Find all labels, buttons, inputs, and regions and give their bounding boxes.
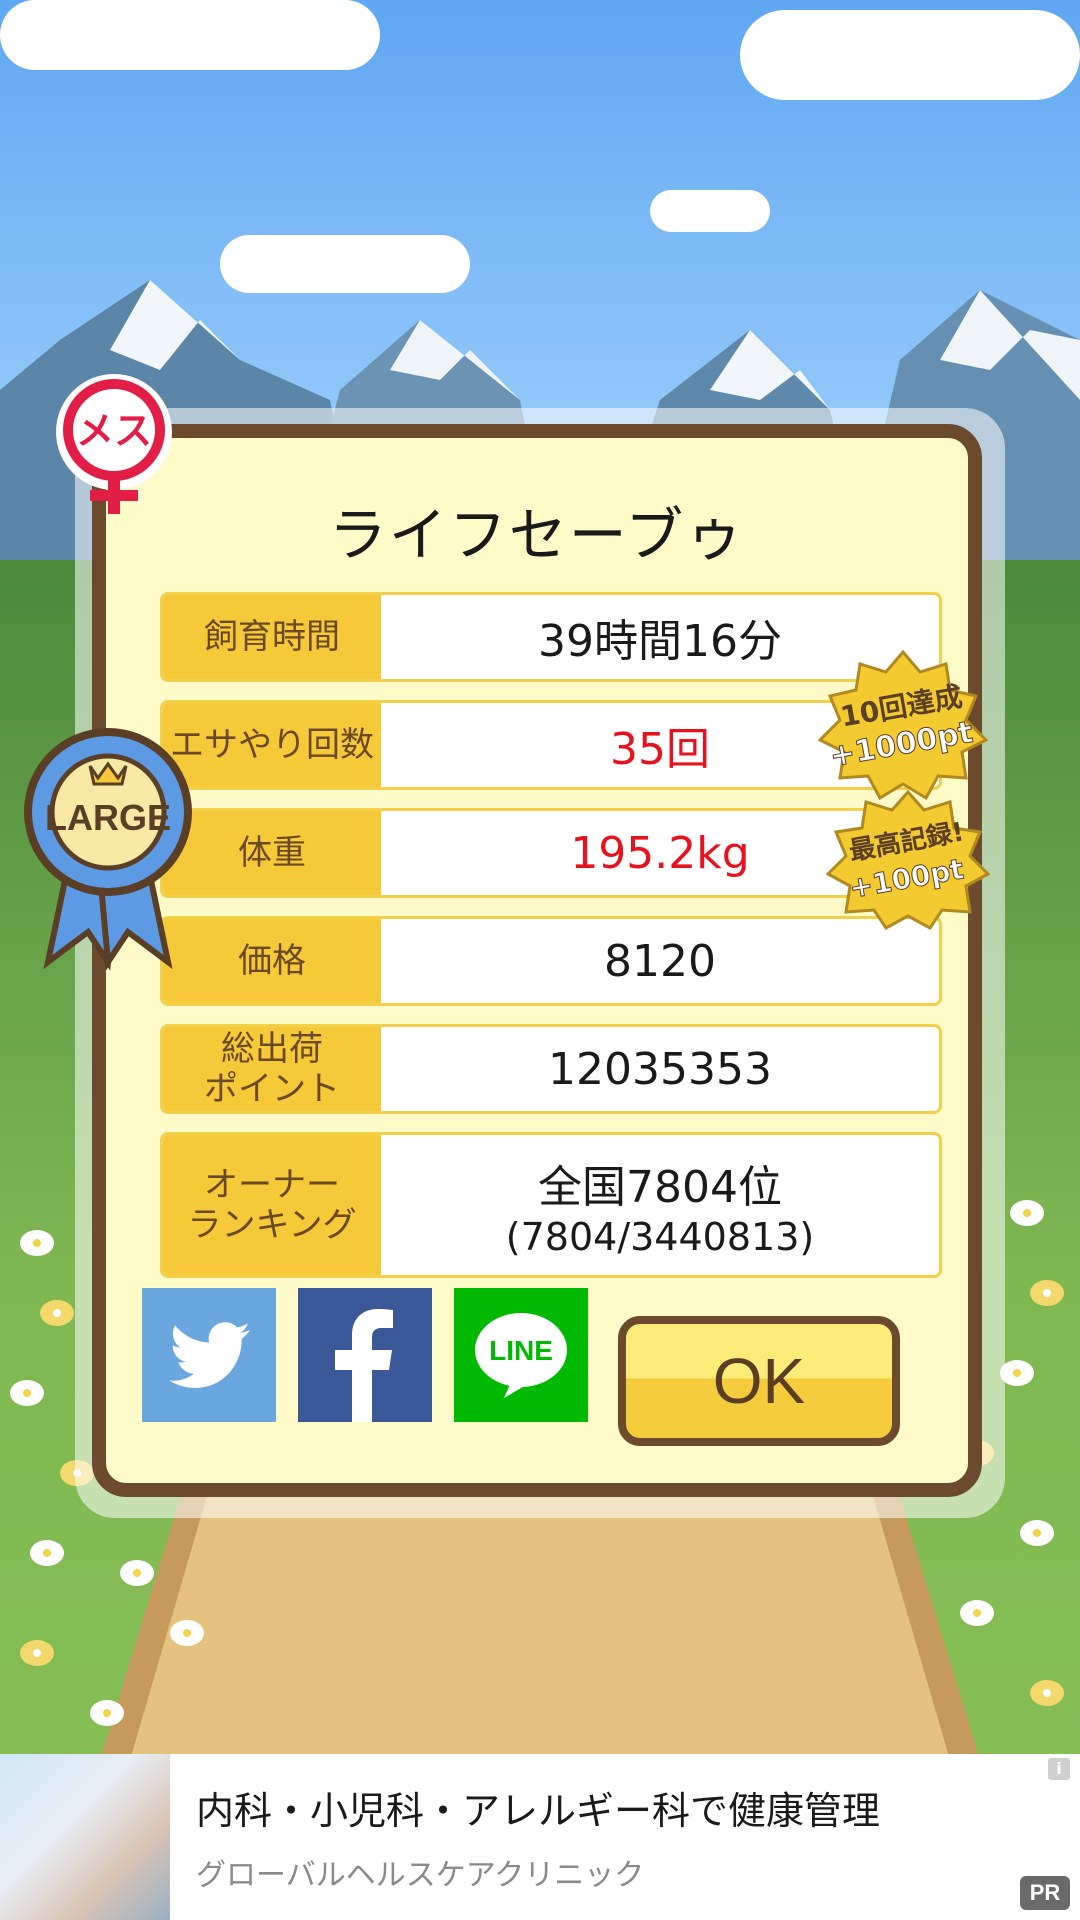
flower bbox=[30, 1540, 64, 1566]
stat-row-weight: 体重 195.2kg bbox=[160, 808, 942, 898]
twitter-share-button[interactable] bbox=[142, 1288, 276, 1422]
stat-value: 全国7804位 (7804/3440813) bbox=[381, 1135, 939, 1275]
record-burst-icon: 最高記録! +100pt bbox=[826, 790, 990, 930]
stat-label: 総出荷 ポイント bbox=[163, 1027, 381, 1111]
gender-label: メス bbox=[76, 409, 152, 453]
size-label: LARGE bbox=[45, 797, 171, 838]
ranking-national: 全国7804位 bbox=[538, 1162, 782, 1213]
stat-row-total-points: 総出荷 ポイント 12035353 bbox=[160, 1024, 942, 1114]
ad-pr-badge: PR bbox=[1020, 1876, 1070, 1910]
ad-subtitle[interactable]: グローバルヘルスケアクリニック bbox=[196, 1850, 644, 1894]
flower bbox=[20, 1230, 54, 1256]
ad-thumbnail[interactable] bbox=[0, 1754, 170, 1920]
ranking-detail: (7804/3440813) bbox=[505, 1215, 815, 1259]
flower bbox=[120, 1560, 154, 1586]
facebook-icon bbox=[335, 1309, 393, 1422]
flower bbox=[960, 1600, 994, 1626]
flower bbox=[20, 1640, 54, 1666]
ad-info-icon[interactable]: i bbox=[1048, 1758, 1070, 1780]
large-ribbon-icon: LARGE bbox=[24, 728, 192, 971]
stat-row-owner-ranking: オーナー ランキング 全国7804位 (7804/3440813) bbox=[160, 1132, 942, 1278]
female-badge-icon: メス bbox=[56, 374, 172, 514]
result-dialog: ライフセーブゥ 飼育時間 39時間16分 エサやり回数 35回 体重 195.2… bbox=[92, 424, 982, 1497]
flower bbox=[1000, 1360, 1034, 1386]
line-icon: LINE bbox=[475, 1313, 567, 1398]
line-share-button[interactable]: LINE bbox=[454, 1288, 588, 1422]
line-icon-label: LINE bbox=[489, 1335, 553, 1366]
flower bbox=[40, 1300, 74, 1326]
twitter-icon bbox=[169, 1322, 250, 1388]
ad-title[interactable]: 内科・小児科・アレルギー科で健康管理 bbox=[196, 1780, 880, 1835]
flower bbox=[170, 1620, 204, 1646]
ok-button[interactable]: OK bbox=[618, 1316, 900, 1446]
flower bbox=[1020, 1520, 1054, 1546]
flower bbox=[90, 1700, 124, 1726]
stat-label: 飼育時間 bbox=[163, 595, 381, 679]
stat-label: オーナー ランキング bbox=[163, 1135, 381, 1275]
bonus-burst-icon: 10回達成 +1000pt bbox=[818, 650, 988, 800]
stat-row-price: 価格 8120 bbox=[160, 916, 942, 1006]
pet-name-title: ライフセーブゥ bbox=[328, 501, 746, 569]
flower bbox=[1030, 1280, 1064, 1306]
flower bbox=[1030, 1680, 1064, 1706]
flower bbox=[10, 1380, 44, 1406]
ad-banner[interactable]: 内科・小児科・アレルギー科で健康管理 グローバルヘルスケアクリニック i PR bbox=[0, 1754, 1080, 1920]
stat-value: 12035353 bbox=[548, 1043, 772, 1095]
stat-value: 8120 bbox=[604, 935, 716, 987]
flower bbox=[1010, 1200, 1044, 1226]
facebook-share-button[interactable] bbox=[298, 1288, 432, 1422]
